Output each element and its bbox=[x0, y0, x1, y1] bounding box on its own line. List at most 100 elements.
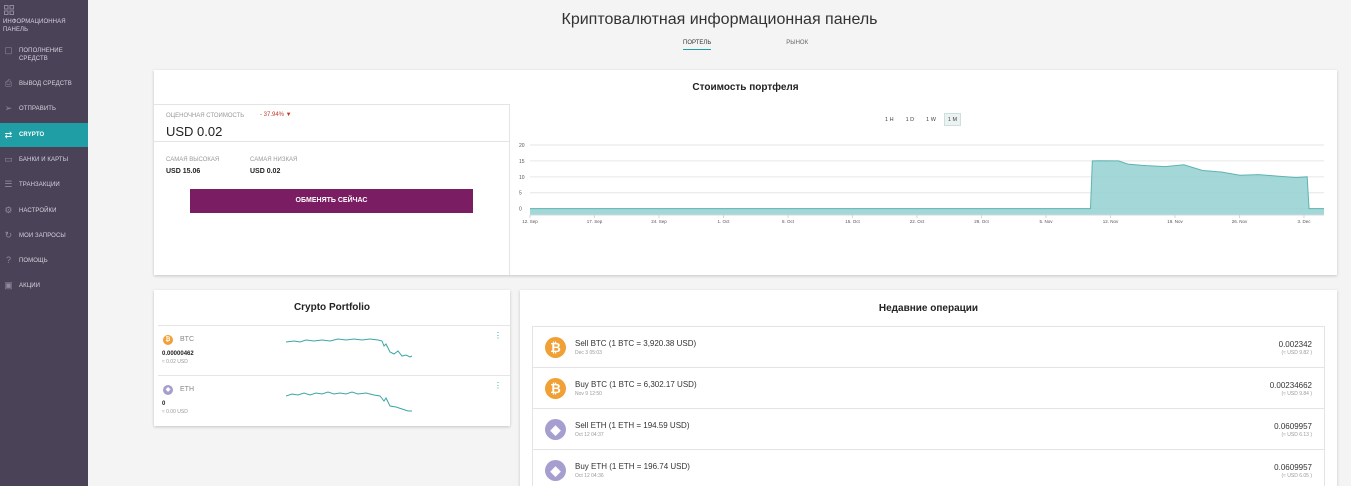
operation-amount: 0.0609957 bbox=[1274, 422, 1312, 431]
x-tick-label: 3. Dec bbox=[1297, 219, 1311, 224]
btc-sparkline bbox=[286, 338, 413, 358]
sidebar-item-label: ИНФОРМАЦИОННАЯ ПАНЕЛЬ bbox=[3, 19, 66, 33]
help-icon: ? bbox=[5, 255, 12, 265]
y-tick-label: 10 bbox=[519, 175, 525, 181]
x-tick-label: 19. Nov bbox=[1167, 219, 1183, 224]
refresh-icon: ↻ bbox=[4, 230, 13, 240]
sidebar-item-label: ТРАНЗАКЦИИ bbox=[19, 182, 60, 188]
bitcoin-icon: ₿ bbox=[163, 335, 173, 345]
recent-operations-title: Недавние операции bbox=[878, 303, 979, 314]
sidebar-item-deposit[interactable]: ▢ ПОПОЛНЕНИЕ СРЕДСТВ bbox=[0, 45, 88, 63]
operation-usd-value: (≈ USD 6.13 ) bbox=[1281, 432, 1312, 438]
range-1d-button[interactable]: 1 D bbox=[902, 113, 919, 126]
tab-market[interactable]: РЫНОК bbox=[786, 40, 808, 50]
sidebar-item-promotions[interactable]: ▣ АКЦИИ bbox=[0, 280, 88, 291]
operation-description: Buy ETH (1 ETH = 196.74 USD) bbox=[575, 462, 690, 471]
operation-description: Sell ETH (1 ETH = 194.59 USD) bbox=[575, 421, 690, 430]
sidebar-item-crypto[interactable]: ⇄ CRYPTO bbox=[0, 123, 88, 147]
sidebar-item-requests[interactable]: ↻ МОИ ЗАПРОСЫ bbox=[0, 230, 88, 241]
send-icon: ➢ bbox=[4, 103, 13, 113]
operation-row[interactable]: ◆ Sell ETH (1 ETH = 194.59 USD) Oct 12 0… bbox=[532, 408, 1325, 450]
sidebar-item-label: ОТПРАВИТЬ bbox=[19, 106, 57, 112]
y-tick-label: 5 bbox=[519, 191, 522, 197]
operation-amount: 0.00234662 bbox=[1269, 381, 1312, 390]
tab-portfolio[interactable]: ПОРТЕЛЬ bbox=[683, 40, 712, 50]
portfolio-value-card: Стоимость портфеля ОЦЕНОЧНАЯ СТОИМОСТЬ -… bbox=[154, 70, 1337, 275]
operation-date: Oct 12 04:36 bbox=[575, 473, 604, 479]
x-tick-label: 22. Oct bbox=[910, 219, 925, 224]
more-options-icon[interactable]: ⋮ bbox=[494, 332, 502, 340]
crypto-portfolio-card: Crypto Portfolio ₿ BTC 0.00000462 ≈ 0.02… bbox=[154, 290, 510, 426]
operation-row[interactable]: ₿ Buy BTC (1 BTC = 6,302.17 USD) Nov 9 1… bbox=[532, 367, 1325, 409]
sidebar-item-dashboard[interactable]: ИНФОРМАЦИОННАЯ ПАНЕЛЬ bbox=[0, 4, 88, 34]
bitcoin-icon: ₿ bbox=[545, 337, 566, 358]
exchange-now-button[interactable]: ОБМЕНЯТЬ СЕЙЧАС bbox=[190, 189, 473, 213]
operation-date: Oct 12 04:37 bbox=[575, 432, 604, 438]
estimated-value: USD 0.02 bbox=[166, 124, 223, 139]
high-value: USD 15.06 bbox=[166, 168, 201, 175]
sidebar-item-label: НАСТРОЙКИ bbox=[19, 208, 57, 214]
sidebar-item-withdraw[interactable]: ⎙ ВЫВОД СРЕДСТВ bbox=[0, 78, 88, 89]
portfolio-value-title: Стоимость портфеля bbox=[692, 82, 799, 93]
crypto-portfolio-title: Crypto Portfolio bbox=[293, 302, 371, 313]
coin-amount: 0 bbox=[162, 401, 166, 407]
portfolio-value-chart: 0 5 10 15 20 12. Sep 17. Sep 24. Sep 1. Oct 8. Oc… bbox=[519, 143, 1324, 224]
sidebar-item-settings[interactable]: ⚙ НАСТРОЙКИ bbox=[0, 205, 88, 216]
coin-symbol: BTC bbox=[180, 336, 194, 343]
operation-row[interactable]: ◆ Buy ETH (1 ETH = 196.74 USD) Oct 12 04… bbox=[532, 449, 1325, 486]
range-1w-button[interactable]: 1 W bbox=[922, 113, 940, 126]
range-1m-button[interactable]: 1 M bbox=[943, 113, 962, 126]
tabs: ПОРТЕЛЬ РЫНОК bbox=[683, 40, 808, 50]
y-tick-label: 15 bbox=[519, 159, 525, 165]
x-tick-label: 12. Sep bbox=[522, 219, 538, 224]
eth-sparkline bbox=[286, 391, 412, 412]
page-title: Криптовалютная информационная панель bbox=[561, 11, 878, 28]
ethereum-icon: ◆ bbox=[545, 419, 566, 440]
ethereum-icon: ◆ bbox=[545, 460, 566, 481]
operation-description: Sell BTC (1 BTC = 3,920.38 USD) bbox=[575, 339, 697, 348]
exchange-icon: ⇄ bbox=[4, 129, 13, 140]
coin-usd-value: ≈ 0.00 USD bbox=[162, 409, 188, 415]
sidebar-item-label: АКЦИИ bbox=[19, 283, 41, 289]
withdraw-icon: ⎙ bbox=[4, 78, 13, 88]
coin-row-eth[interactable]: ◆ ETH 0 ≈ 0.00 USD ⋮ bbox=[158, 375, 510, 425]
x-tick-label: 8. Oct bbox=[782, 219, 795, 224]
sidebar: ИНФОРМАЦИОННАЯ ПАНЕЛЬ ▢ ПОПОЛНЕНИЕ СРЕДС… bbox=[0, 0, 88, 486]
range-1h-button[interactable]: 1 H bbox=[881, 113, 898, 126]
x-tick-label: 15. Oct bbox=[845, 219, 860, 224]
recent-operations-card: Недавние операции ₿ Sell BTC (1 BTC = 3,… bbox=[520, 290, 1337, 486]
operation-amount: 0.002342 bbox=[1278, 340, 1312, 349]
coin-usd-value: ≈ 0.02 USD bbox=[162, 359, 188, 365]
bitcoin-icon: ₿ bbox=[545, 378, 566, 399]
coin-row-btc[interactable]: ₿ BTC 0.00000462 ≈ 0.02 USD ⋮ bbox=[158, 325, 510, 375]
deposit-icon: ▢ bbox=[4, 45, 13, 55]
sidebar-item-banks-cards[interactable]: ▭ БАНКИ И КАРТЫ bbox=[0, 154, 88, 165]
sidebar-item-label: МОИ ЗАПРОСЫ bbox=[19, 233, 66, 239]
sidebar-item-help[interactable]: ? ПОМОЩЬ bbox=[0, 255, 88, 266]
range-selector: 1 H 1 D 1 W 1 M bbox=[881, 113, 962, 126]
sidebar-item-label: ПОМОЩЬ bbox=[19, 258, 48, 264]
more-options-icon[interactable]: ⋮ bbox=[494, 382, 502, 390]
x-tick-label: 5. Nov bbox=[1039, 219, 1053, 224]
transactions-icon: ☰ bbox=[4, 179, 13, 189]
sidebar-item-label: CRYPTO bbox=[19, 132, 45, 138]
y-tick-label: 0 bbox=[519, 207, 522, 213]
operation-date: Nov 9 12:50 bbox=[575, 391, 602, 397]
gift-icon: ▣ bbox=[4, 280, 13, 290]
x-tick-label: 17. Sep bbox=[587, 219, 603, 224]
sidebar-item-label: ПОПОЛНЕНИЕ СРЕДСТВ bbox=[19, 48, 63, 62]
card-icon: ▭ bbox=[4, 154, 13, 164]
operation-usd-value: (≈ USD 6.05 ) bbox=[1281, 473, 1312, 479]
sidebar-item-transactions[interactable]: ☰ ТРАНЗАКЦИИ bbox=[0, 179, 88, 190]
estimated-value-label: ОЦЕНОЧНАЯ СТОИМОСТЬ bbox=[166, 113, 245, 119]
operation-usd-value: (≈ USD 9.82 ) bbox=[1281, 350, 1312, 356]
sidebar-item-send[interactable]: ➢ ОТПРАВИТЬ bbox=[0, 103, 88, 114]
sidebar-item-label: ВЫВОД СРЕДСТВ bbox=[19, 81, 72, 87]
y-tick-label: 20 bbox=[519, 143, 525, 149]
x-tick-label: 26. Nov bbox=[1232, 219, 1248, 224]
x-tick-label: 24. Sep bbox=[651, 219, 667, 224]
sidebar-item-label: БАНКИ И КАРТЫ bbox=[19, 157, 69, 163]
operation-usd-value: (≈ USD 9.84 ) bbox=[1281, 391, 1312, 397]
operation-row[interactable]: ₿ Sell BTC (1 BTC = 3,920.38 USD) Dec 3 … bbox=[532, 326, 1325, 368]
operation-date: Dec 3 05:03 bbox=[575, 350, 602, 356]
